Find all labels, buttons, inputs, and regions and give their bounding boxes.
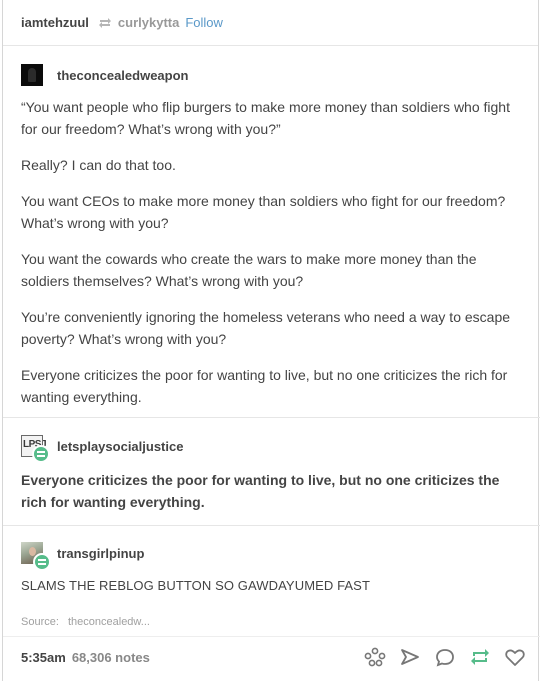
post-paragraph: You’re conveniently ignoring the homeles… [21, 309, 511, 347]
divider [3, 417, 540, 418]
reblog-badge-icon [32, 445, 50, 463]
post-paragraph: Really? I can do that too. [21, 157, 176, 173]
reblog-trail-item: LPSJ letsplaysocialjustice Everyone crit… [21, 433, 526, 513]
blog-line: transgirlpinup [21, 540, 526, 571]
source-attribution: Source: theconcealedw... [21, 616, 150, 628]
post-paragraph: Everyone criticizes the poor for wanting… [21, 472, 500, 510]
post-footer: 5:35am 68,306 notes [21, 647, 526, 667]
blog-name[interactable]: letsplaysocialjustice [57, 439, 183, 454]
notes-count[interactable]: 68,306 notes [72, 650, 150, 665]
avatar[interactable] [21, 64, 43, 86]
blog-name[interactable]: transgirlpinup [57, 546, 144, 561]
post-paragraph: You want the cowards who create the wars… [21, 251, 477, 289]
reblog-icon[interactable] [469, 647, 491, 667]
send-icon[interactable] [399, 647, 421, 667]
reblog-trail-item: theconcealedweapon “You want people who … [21, 62, 526, 408]
reblogged-from-username[interactable]: curlykytta [118, 15, 179, 30]
divider [3, 636, 540, 637]
reply-icon[interactable] [434, 647, 456, 667]
divider [3, 525, 540, 526]
source-label: Source: [21, 616, 59, 628]
post-header: iamtehzuul curlykytta Follow [3, 0, 538, 46]
post-time[interactable]: 5:35am [21, 650, 66, 665]
blog-line: LPSJ letsplaysocialjustice [21, 433, 526, 463]
reblogger-username[interactable]: iamtehzuul [21, 15, 89, 30]
post-actions [364, 647, 526, 667]
share-icon[interactable] [364, 647, 386, 667]
post-paragraph: “You want people who flip burgers to mak… [21, 99, 510, 137]
follow-button[interactable]: Follow [185, 15, 223, 30]
reblog-badge-icon [33, 553, 51, 571]
source-link[interactable]: theconcealedw... [68, 616, 150, 628]
post-paragraph: You want CEOs to make more money than so… [21, 193, 506, 231]
reblog-icon [98, 17, 112, 29]
avatar[interactable]: LPSJ [21, 435, 50, 463]
post-paragraph: SLAMS THE REBLOG BUTTON SO GAWDAYUMED FA… [21, 578, 370, 593]
post-paragraph: Everyone criticizes the poor for wanting… [21, 367, 508, 405]
reblog-trail-item: transgirlpinup SLAMS THE REBLOG BUTTON S… [21, 540, 526, 593]
blog-name[interactable]: theconcealedweapon [57, 68, 188, 83]
blog-line: theconcealedweapon [21, 62, 526, 88]
like-icon[interactable] [504, 647, 526, 667]
avatar[interactable] [21, 542, 51, 571]
tumblr-post: iamtehzuul curlykytta Follow theconceale… [2, 0, 540, 681]
